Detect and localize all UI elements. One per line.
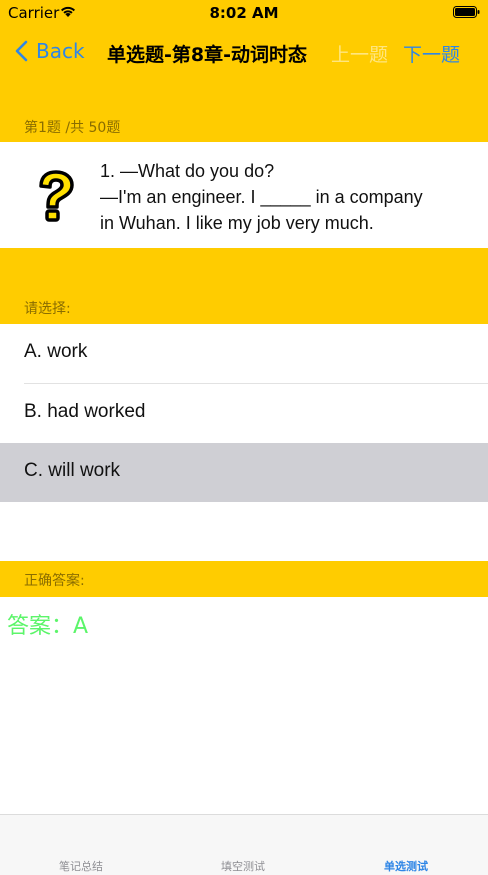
prev-question-button[interactable]: 上一题	[331, 40, 388, 67]
option-label: B. had worked	[24, 401, 146, 422]
chevron-left-icon	[15, 40, 28, 62]
option-label: A. work	[24, 341, 88, 362]
back-button[interactable]: Back	[14, 38, 85, 64]
option-c[interactable]: C. will work	[0, 443, 488, 502]
status-time: 8:02 AM	[209, 4, 279, 22]
tab-notes[interactable]: 笔记总结	[0, 858, 162, 874]
question-line: 1. —What do you do?	[100, 161, 275, 181]
question-mark-icon	[39, 170, 74, 222]
back-label: Back	[36, 39, 85, 63]
answer-header-label: 正确答案:	[24, 573, 85, 589]
battery-icon	[453, 6, 480, 18]
answer-text: 答案：A	[7, 614, 89, 639]
question-progress: 第1题 /共 50题	[24, 120, 121, 136]
page-title: 单选题-第8章-动词时态	[107, 44, 307, 66]
progress-row: 第1题 /共 50题	[0, 108, 488, 142]
option-a[interactable]: A. work	[0, 324, 488, 383]
option-b[interactable]: B. had worked	[0, 384, 488, 443]
tab-single-choice-test[interactable]: 单选测试	[325, 858, 487, 874]
option-label: C. will work	[24, 460, 121, 481]
question-line: in Wuhan. I like my job very much.	[100, 213, 374, 233]
tab-bar: 笔记总结 填空测试 单选测试	[0, 814, 488, 875]
choose-label: 请选择:	[24, 301, 71, 317]
navigation-bar: Back 单选题-第8章-动词时态 上一题 下一题	[0, 28, 488, 72]
tab-fill-blank-test[interactable]: 填空测试	[162, 858, 324, 874]
status-bar: Carrier 8:02 AM	[0, 0, 488, 26]
question-text: 1. —What do you do? —I'm an engineer. I …	[100, 158, 470, 236]
next-question-button[interactable]: 下一题	[403, 40, 460, 67]
choose-section-background	[0, 248, 488, 324]
question-line: —I'm an engineer. I _____ in a company	[100, 187, 423, 207]
